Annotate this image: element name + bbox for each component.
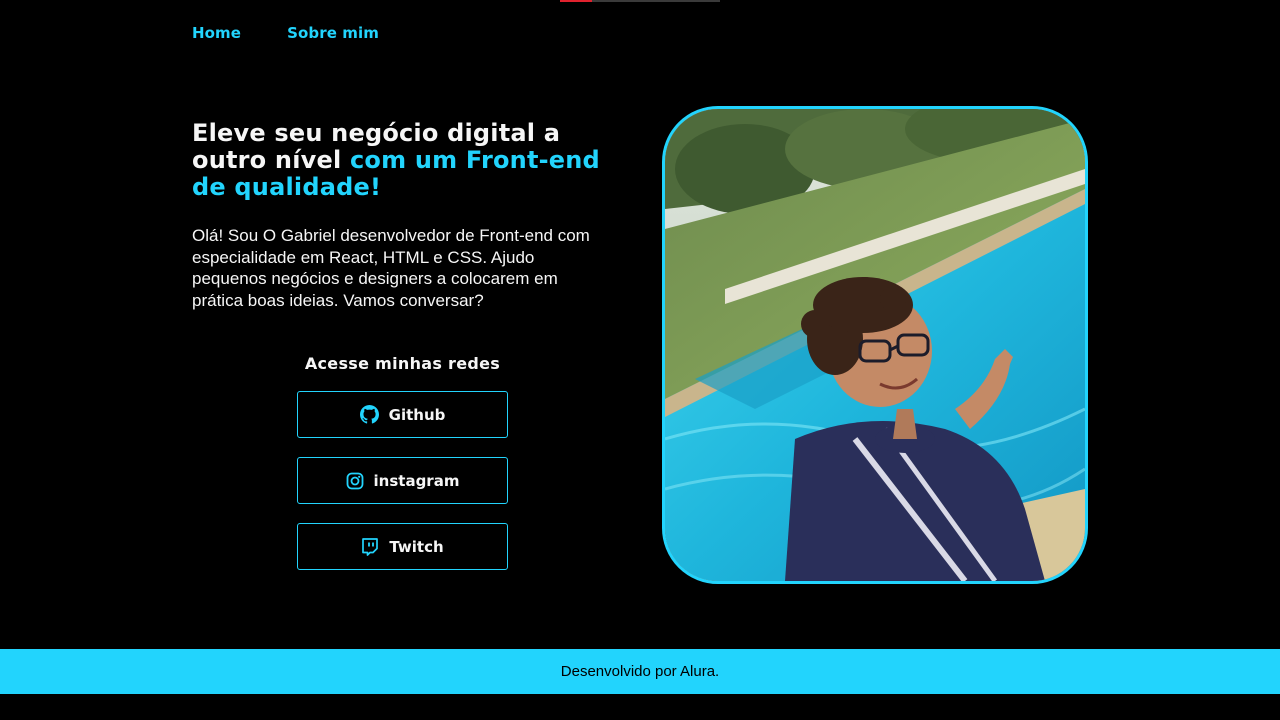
nav-home-link[interactable]: Home	[192, 24, 241, 42]
github-icon	[359, 405, 379, 424]
instagram-button[interactable]: instagram	[297, 457, 508, 504]
top-progress-bar-accent	[560, 0, 592, 2]
hero-intro: Olá! Sou O Gabriel desenvolvedor de Fron…	[192, 226, 590, 310]
footer: Desenvolvido por Alura.	[0, 649, 1280, 694]
hero-text: Eleve seu negócio digital a outro nível …	[192, 120, 612, 311]
hero-headline: Eleve seu negócio digital a outro nível …	[192, 120, 612, 201]
twitch-icon	[361, 537, 379, 556]
twitch-button[interactable]: Twitch	[297, 523, 508, 570]
github-button[interactable]: Github	[297, 391, 508, 438]
profile-photo	[662, 106, 1088, 584]
nav-sobre-mim-link[interactable]: Sobre mim	[287, 24, 379, 42]
instagram-label: instagram	[373, 471, 460, 490]
social-links: Acesse minhas redes Github instagram Twi…	[297, 354, 508, 589]
instagram-icon	[346, 472, 364, 490]
twitch-label: Twitch	[389, 537, 444, 556]
top-nav: Home Sobre mim	[192, 24, 379, 42]
github-label: Github	[388, 405, 446, 424]
social-links-title: Acesse minhas redes	[304, 354, 501, 373]
footer-text: Desenvolvido por Alura.	[560, 663, 720, 680]
